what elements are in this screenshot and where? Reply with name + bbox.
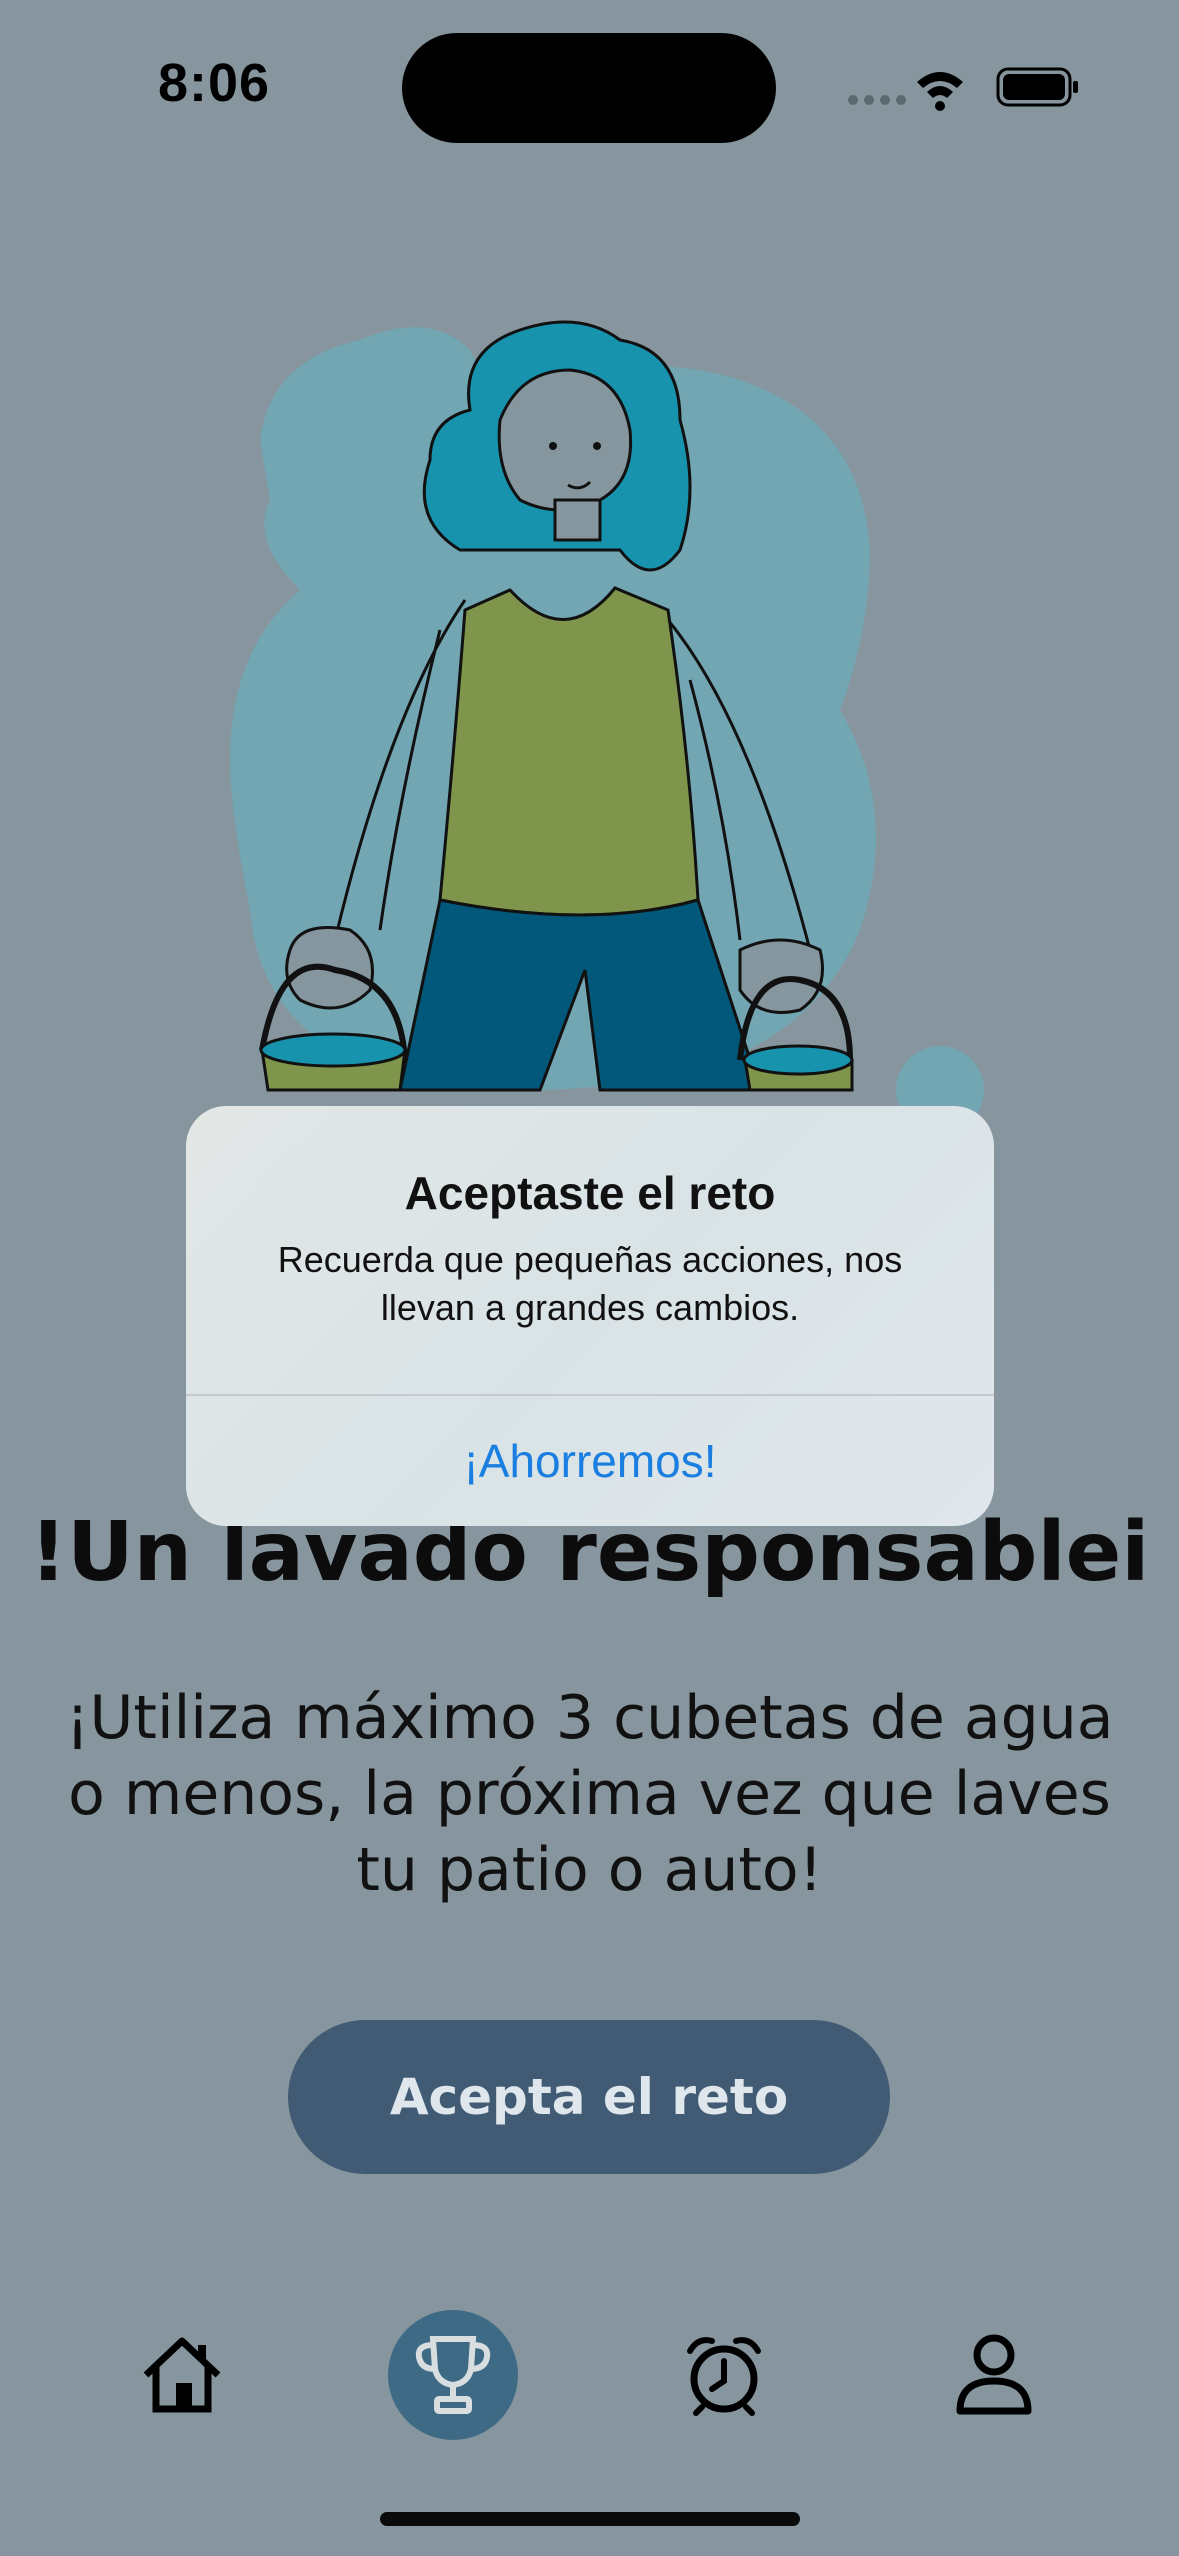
trophy-icon — [415, 2336, 491, 2414]
person-icon — [956, 2334, 1032, 2415]
dynamic-island — [402, 33, 776, 143]
tab-challenges[interactable] — [388, 2310, 518, 2440]
wifi-icon — [917, 72, 963, 111]
tab-bar — [0, 2310, 1179, 2460]
tab-reminders[interactable] — [659, 2310, 789, 2440]
tab-home[interactable] — [117, 2310, 247, 2440]
alert-dialog: Aceptaste el reto Recuerda que pequeñas … — [186, 1106, 994, 1526]
alert-message: Recuerda que pequeñas acciones, nos llev… — [277, 1239, 903, 1328]
alarm-clock-icon — [687, 2337, 761, 2416]
signal-icon — [848, 95, 906, 105]
alert-title: Aceptaste el reto — [404, 1167, 776, 1219]
home-indicator[interactable] — [380, 2512, 800, 2526]
battery-icon — [996, 67, 1078, 107]
challenge-description: ¡Utiliza máximo 3 cubetas de agua o meno… — [65, 1683, 1114, 1905]
status-bar: 8:06 — [0, 0, 1179, 170]
woman-carrying-buckets-illustration — [0, 290, 1179, 1134]
alert-confirm-button[interactable]: ¡Ahorremos! — [186, 1396, 994, 1526]
status-time: 8:06 — [158, 53, 271, 113]
accept-challenge-button[interactable]: Acepta el reto — [288, 2020, 890, 2174]
tab-profile[interactable] — [929, 2310, 1059, 2440]
home-icon — [143, 2337, 221, 2413]
status-icons — [845, 62, 1085, 112]
